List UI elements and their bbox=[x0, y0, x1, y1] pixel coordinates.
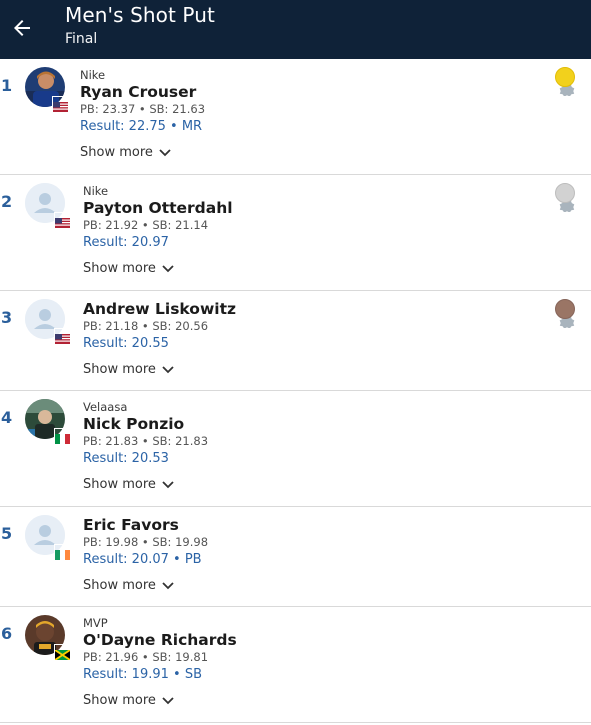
rank-number: 3 bbox=[1, 308, 13, 327]
team-name: Nike bbox=[80, 68, 106, 82]
chevron-down-icon bbox=[162, 581, 174, 589]
athlete-result: Result: 19.91 • SB bbox=[83, 667, 202, 682]
show-more-label: Show more bbox=[83, 693, 156, 708]
rank-number: 2 bbox=[1, 192, 13, 211]
athlete-stats: PB: 21.92 • SB: 21.14 bbox=[83, 218, 209, 232]
athlete-result: Result: 20.53 bbox=[83, 451, 169, 466]
gold-medal-icon bbox=[552, 66, 578, 97]
flag-italy-icon bbox=[54, 428, 71, 444]
show-more-button[interactable]: Show more bbox=[80, 144, 171, 161]
show-more-label: Show more bbox=[83, 578, 156, 593]
athlete-stats: PB: 23.37 • SB: 21.63 bbox=[80, 102, 206, 116]
chevron-down-icon bbox=[162, 264, 174, 272]
rank-number: 5 bbox=[1, 524, 13, 543]
flag-usa-icon bbox=[54, 328, 71, 344]
athlete-result: Result: 20.97 bbox=[83, 235, 169, 250]
list-item[interactable]: 5 Eric Favors PB: 19.98 • SB: 19.98 Resu… bbox=[0, 507, 591, 607]
athlete-stats: PB: 19.98 • SB: 19.98 bbox=[83, 535, 209, 549]
athlete-info: Nike Payton Otterdahl PB: 21.92 • SB: 21… bbox=[83, 184, 233, 277]
silver-medal-icon bbox=[552, 182, 578, 213]
show-more-button[interactable]: Show more bbox=[83, 692, 174, 709]
list-item[interactable]: 3 Andrew Liskowitz PB: 21.18 • SB: 20.56… bbox=[0, 291, 591, 391]
flag-jamaica-icon bbox=[54, 644, 71, 661]
list-item[interactable]: 6 MVP O'Dayne Richards PB: 21.96 • SB: 1… bbox=[0, 607, 591, 723]
show-more-label: Show more bbox=[83, 261, 156, 276]
chevron-down-icon bbox=[162, 365, 174, 373]
list-item[interactable]: 2 Nike Payton Otterdahl PB: 21.92 • SB: … bbox=[0, 175, 591, 291]
show-more-label: Show more bbox=[83, 477, 156, 492]
athlete-result: Result: 22.75 • MR bbox=[80, 119, 203, 134]
athlete-name: Ryan Crouser bbox=[80, 83, 197, 101]
athlete-name: O'Dayne Richards bbox=[83, 631, 237, 649]
athlete-info: Nike Ryan Crouser PB: 23.37 • SB: 21.63 … bbox=[80, 68, 205, 161]
chevron-down-icon bbox=[159, 148, 171, 156]
athlete-info: MVP O'Dayne Richards PB: 21.96 • SB: 19.… bbox=[83, 616, 237, 709]
team-name: Nike bbox=[83, 184, 109, 198]
flag-usa-icon bbox=[52, 96, 69, 112]
list-item[interactable]: 1 Nike Ryan Crouser PB: 23.37 • SB: 21.6… bbox=[0, 59, 591, 175]
show-more-button[interactable]: Show more bbox=[83, 577, 174, 594]
athlete-name: Payton Otterdahl bbox=[83, 199, 233, 217]
show-more-button[interactable]: Show more bbox=[83, 260, 174, 277]
athlete-stats: PB: 21.83 • SB: 21.83 bbox=[83, 434, 209, 448]
athlete-result: Result: 20.55 bbox=[83, 336, 169, 351]
bronze-medal-icon bbox=[552, 298, 578, 329]
show-more-label: Show more bbox=[80, 145, 153, 160]
page-title: Men's Shot Put bbox=[65, 3, 215, 27]
show-more-label: Show more bbox=[83, 362, 156, 377]
rank-number: 4 bbox=[1, 408, 13, 427]
athlete-name: Andrew Liskowitz bbox=[83, 300, 237, 318]
flag-ireland-icon bbox=[54, 544, 71, 560]
rank-number: 1 bbox=[1, 76, 13, 95]
athlete-name: Nick Ponzio bbox=[83, 415, 185, 433]
chevron-down-icon bbox=[162, 696, 174, 704]
athlete-result: Result: 20.07 • PB bbox=[83, 552, 202, 567]
athlete-name: Eric Favors bbox=[83, 516, 179, 534]
athlete-stats: PB: 21.18 • SB: 20.56 bbox=[83, 319, 209, 333]
results-list: 1 Nike Ryan Crouser PB: 23.37 • SB: 21.6… bbox=[0, 59, 591, 723]
show-more-button[interactable]: Show more bbox=[83, 476, 174, 493]
back-arrow-icon[interactable] bbox=[10, 16, 34, 40]
athlete-info: Velaasa Nick Ponzio PB: 21.83 • SB: 21.8… bbox=[83, 400, 208, 493]
team-name: Velaasa bbox=[83, 400, 128, 414]
list-item[interactable]: 4 Velaasa Nick Ponzio PB: 21.83 • SB: 21… bbox=[0, 391, 591, 507]
flag-usa-icon bbox=[54, 212, 71, 228]
top-bar: Men's Shot Put Final bbox=[0, 0, 591, 59]
page-subtitle: Final bbox=[65, 31, 98, 47]
athlete-stats: PB: 21.96 • SB: 19.81 bbox=[83, 650, 209, 664]
athlete-info: Eric Favors PB: 19.98 • SB: 19.98 Result… bbox=[83, 515, 208, 594]
team-name: MVP bbox=[83, 616, 108, 630]
chevron-down-icon bbox=[162, 480, 174, 488]
show-more-button[interactable]: Show more bbox=[83, 361, 174, 378]
athlete-info: Andrew Liskowitz PB: 21.18 • SB: 20.56 R… bbox=[83, 299, 236, 378]
rank-number: 6 bbox=[1, 624, 13, 643]
